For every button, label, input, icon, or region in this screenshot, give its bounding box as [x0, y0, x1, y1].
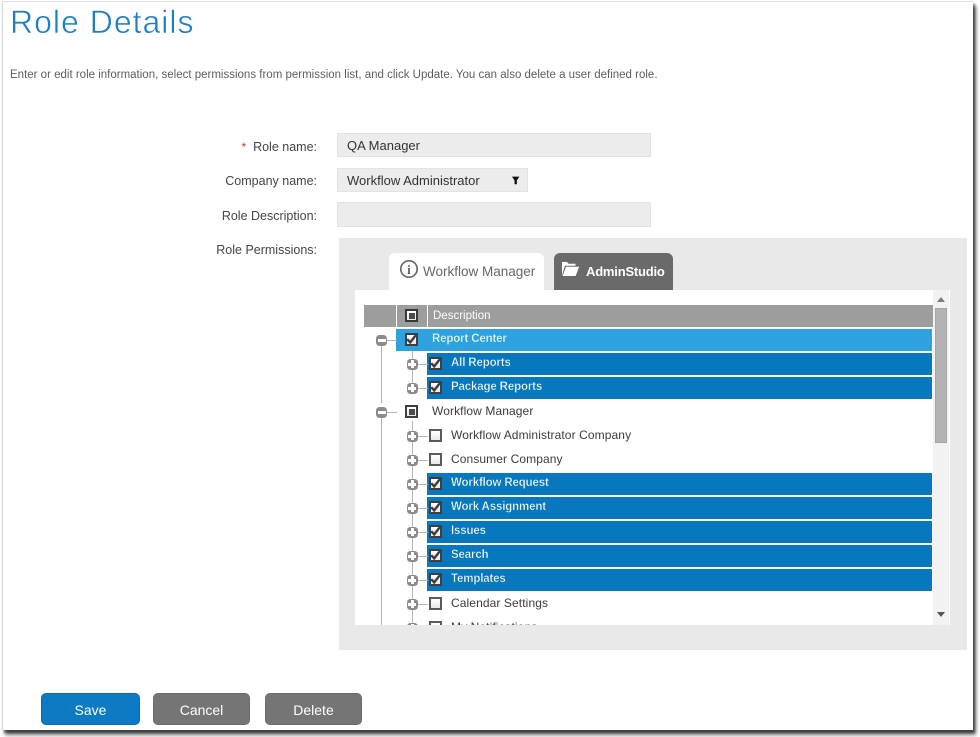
svg-text:i: i — [407, 263, 411, 277]
